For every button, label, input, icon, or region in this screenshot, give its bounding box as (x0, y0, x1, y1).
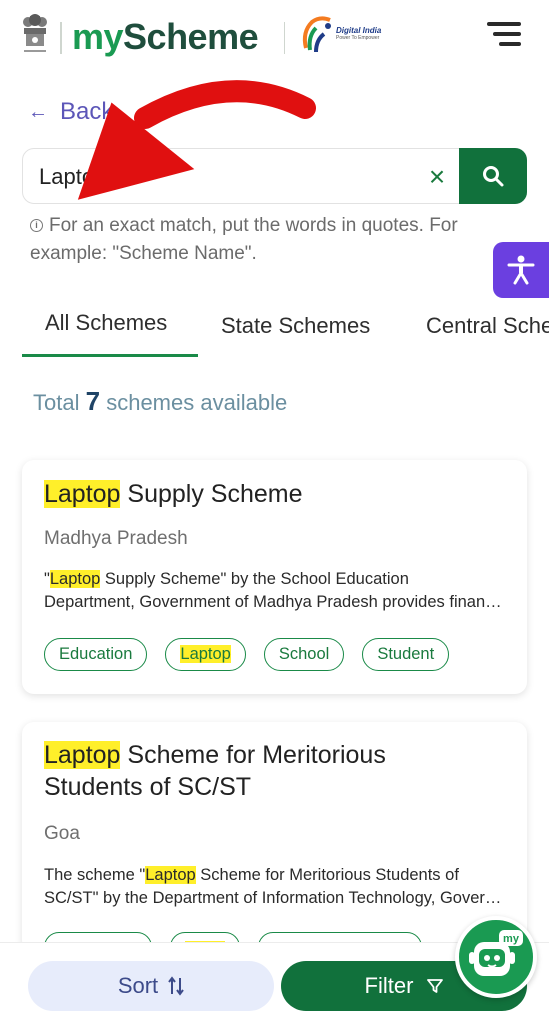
scheme-card[interactable]: Laptop Supply Scheme Madhya Pradesh "Lap… (22, 460, 527, 694)
sort-arrows-icon (168, 976, 184, 996)
tag-label: Education (59, 645, 133, 663)
tag-label: School (278, 645, 330, 663)
info-icon: i (30, 219, 43, 232)
title-rest: Supply Scheme (120, 480, 303, 508)
digital-india-tagline: Power To Empower (336, 35, 380, 41)
search-tip-text: For an exact match, put the words in quo… (30, 215, 458, 264)
desc-open: " (44, 570, 50, 588)
desc-line2: SC/ST" by the Department of Information … (44, 889, 509, 907)
tag-education[interactable]: Education (44, 638, 148, 671)
scheme-description: The scheme "Laptop Scheme for Meritoriou… (44, 864, 509, 910)
results-number: 7 (85, 386, 101, 416)
desc-open: The scheme " (44, 866, 146, 884)
scheme-card[interactable]: Laptop Scheme for Meritorious Students o… (22, 722, 527, 962)
chatbot-button[interactable]: my (455, 916, 537, 998)
tab-all-schemes[interactable]: All Schemes (45, 310, 167, 336)
back-label: Back (60, 98, 114, 125)
scheme-title[interactable]: Laptop Supply Scheme (44, 478, 504, 510)
search-tip: i For an exact match, put the words in qu… (30, 212, 510, 268)
desc-line1: Supply Scheme" by the School Education (100, 570, 409, 588)
desc-line1: Scheme for Meritorious Students of (195, 866, 459, 884)
search-input[interactable] (39, 159, 399, 195)
bot-badge-text: my (503, 933, 520, 945)
digital-india-title: Digital India (336, 26, 382, 35)
filter-funnel-icon (427, 979, 444, 993)
myscheme-logo[interactable]: myScheme (72, 14, 259, 60)
back-link[interactable]: ← Back (28, 98, 113, 126)
chatbot-robot-icon: my (469, 930, 523, 976)
clear-icon[interactable]: × (423, 163, 451, 191)
arrow-left-icon: ← (28, 100, 48, 123)
accessibility-button[interactable] (493, 242, 549, 298)
scheme-tabs: All Schemes State Schemes Central Scheme… (0, 298, 549, 360)
search-bar: × (22, 148, 527, 204)
accessibility-icon (507, 255, 535, 285)
scheme-description: "Laptop Supply Scheme" by the School Edu… (44, 568, 509, 614)
brand-divider (60, 22, 62, 54)
tag-school[interactable]: School (263, 638, 345, 671)
scheme-state: Madhya Pradesh (44, 528, 188, 549)
header: myScheme Digital India Power To Empower (0, 0, 549, 80)
sort-button[interactable]: Sort (28, 961, 274, 1011)
brand-scheme-text: Scheme (123, 16, 259, 57)
search-icon (483, 166, 504, 187)
scheme-state: Goa (44, 823, 80, 844)
results-prefix: Total (33, 390, 80, 415)
tag-label: Laptop (180, 645, 231, 663)
tag-laptop[interactable]: Laptop (165, 638, 246, 671)
active-tab-indicator (22, 354, 198, 357)
national-emblem-icon (23, 14, 47, 52)
tab-central-schemes[interactable]: Central Schemes (426, 313, 549, 339)
results-count: Total 7 schemes available (33, 386, 287, 417)
scheme-tags: Education Laptop School Student (44, 638, 450, 671)
desc-line2: Department, Government of Madhya Pradesh… (44, 593, 509, 611)
digital-india-text: Digital India Power To Empower (336, 26, 381, 41)
desc-highlight: Laptop (49, 570, 101, 588)
tab-state-schemes[interactable]: State Schemes (221, 313, 370, 339)
results-suffix: schemes available (106, 390, 288, 415)
desc-highlight: Laptop (145, 866, 196, 884)
partner-divider (284, 22, 285, 54)
search-button[interactable] (459, 148, 527, 204)
filter-label: Filter (364, 973, 414, 998)
scheme-title[interactable]: Laptop Scheme for Meritorious Students o… (44, 739, 464, 803)
title-highlight: Laptop (44, 741, 121, 769)
hamburger-menu-icon[interactable] (487, 22, 521, 52)
sort-label: Sort (117, 973, 159, 998)
tag-student[interactable]: Student (362, 638, 450, 671)
tag-label: Student (377, 645, 435, 663)
brand-my-text: my (72, 16, 124, 57)
title-highlight: Laptop (44, 480, 121, 508)
